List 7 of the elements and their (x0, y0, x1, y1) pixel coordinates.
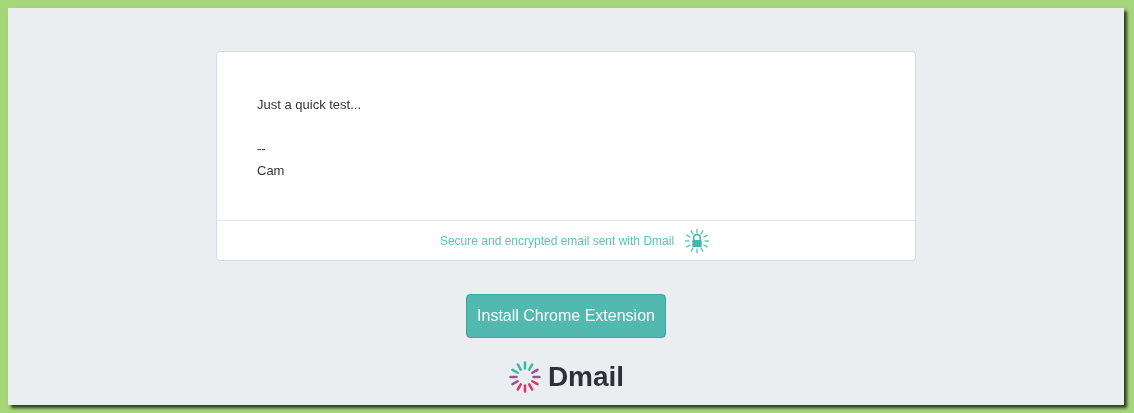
message-text: Just a quick test... (257, 96, 363, 114)
message-text: Cam (257, 162, 286, 180)
install-extension-button[interactable]: Install Chrome Extension (466, 294, 666, 338)
message-text: -- (257, 140, 267, 158)
brand-name: Dmail (547, 361, 625, 393)
logo-icon (507, 360, 542, 394)
security-note: Secure and encrypted email sent with Dmail (439, 233, 675, 248)
